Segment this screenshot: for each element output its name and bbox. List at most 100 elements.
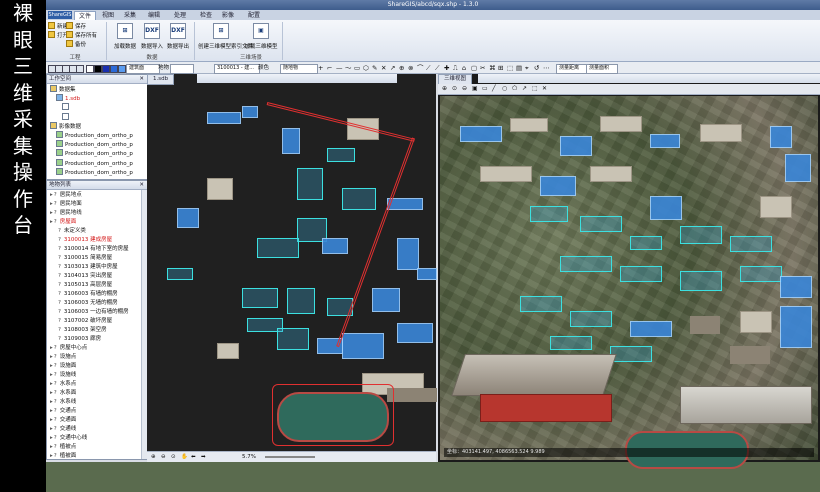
3d-building[interactable] — [620, 266, 662, 282]
building-polygon[interactable] — [342, 333, 384, 359]
3d-building[interactable] — [560, 256, 612, 272]
edit-tool-icon[interactable]: ⋯ — [543, 64, 550, 72]
3d-building[interactable] — [550, 336, 592, 350]
3d-building[interactable] — [580, 216, 622, 232]
edit-tool-icon[interactable]: ↗ — [390, 64, 395, 72]
building-polygon[interactable] — [397, 238, 419, 270]
edit-tool-icon[interactable]: ⌒ — [417, 64, 424, 72]
nav-tool-icon[interactable]: ✋ — [181, 452, 188, 462]
layer-tree-item[interactable]: Production_dom_ortho_p — [56, 158, 133, 168]
feature-list-item[interactable]: ? 3108003 架空房 — [57, 326, 107, 335]
color-swatch[interactable] — [118, 65, 126, 73]
feature-list-item[interactable]: ? 3106003 有墙的棚房 — [57, 290, 118, 299]
feature-list-item[interactable]: ? 3100014 有地下室的房屋 — [57, 245, 129, 254]
3d-tool-icon[interactable]: ▭ — [482, 85, 488, 92]
building-polygon[interactable] — [242, 288, 278, 308]
layer-select[interactable]: 建筑面 — [126, 64, 160, 74]
feature-list-item[interactable]: ▸? 交通面 — [50, 416, 76, 425]
layer-tree-item[interactable]: Production_dom_ortho_p — [56, 140, 133, 149]
save-as-button[interactable]: 保存所有 — [66, 31, 97, 40]
measure-distance-button[interactable]: 测量距离 — [556, 64, 590, 74]
feature-list-item[interactable]: ▸? 水系点 — [50, 380, 76, 389]
edit-tool-icon[interactable]: 〜 — [345, 64, 352, 72]
feature-list-item[interactable]: ▸? 居民地线 — [50, 209, 82, 218]
edit-tool-icon[interactable]: ✕ — [381, 64, 386, 72]
3d-building[interactable] — [650, 196, 682, 220]
feature-list-item[interactable]: ▸? 设施点 — [50, 353, 76, 362]
roof-footprint[interactable] — [207, 178, 233, 200]
color-select[interactable]: 随地物 — [280, 64, 318, 74]
layer-tree-item[interactable]: Production_dom_ortho_p — [56, 149, 133, 158]
3d-scene[interactable]: 坐标：403141.497, 4086563.524 9.989 — [440, 96, 818, 469]
tab-6[interactable]: 影像 — [218, 11, 238, 20]
building-polygon[interactable] — [372, 288, 400, 312]
3d-building[interactable] — [540, 176, 576, 196]
layer-dropdown[interactable] — [170, 64, 194, 74]
edit-tool-icon[interactable]: ⎍ — [453, 64, 458, 72]
tab-3[interactable]: 编辑 — [144, 11, 164, 20]
building-polygon[interactable] — [257, 238, 299, 258]
edit-tool-icon[interactable]: — — [336, 64, 343, 72]
open-button[interactable]: 打开 — [48, 31, 68, 40]
3d-building[interactable] — [630, 236, 662, 250]
3d-building[interactable] — [785, 154, 811, 182]
ribbon-button-2[interactable]: DXF 数据导出 — [165, 23, 191, 50]
edit-tool-icon[interactable]: ✎ — [372, 64, 377, 72]
building-polygon[interactable] — [282, 128, 300, 154]
building-polygon[interactable] — [277, 328, 309, 350]
edit-tool-icon[interactable]: ⬚ — [507, 64, 513, 72]
3d-tool-icon[interactable]: ↗ — [522, 85, 527, 92]
nav-tool-icon[interactable]: ➡ — [201, 452, 206, 462]
code-select[interactable]: 3100013 - 建... — [214, 64, 260, 74]
3d-roof[interactable] — [730, 346, 770, 364]
tab-1[interactable]: 视图 — [98, 11, 118, 20]
3d-tool-icon[interactable]: ⊙ — [452, 85, 457, 92]
edit-tool-icon[interactable]: + — [318, 64, 323, 72]
3d-building[interactable] — [740, 266, 782, 282]
feature-list-item[interactable]: ▸? 植被面 — [50, 452, 76, 461]
3d-tool-icon[interactable]: ✕ — [542, 85, 547, 92]
map-3d-view[interactable]: 三维视图 ⊕ ⊙ ⊖ ▣ ▭ ╱ ○ ⬠ ↗ ⬚ ✕ 坐标：403141.497, 4086563.52… — [438, 74, 820, 469]
tab-5[interactable]: 检查 — [196, 11, 216, 20]
3d-roof[interactable] — [700, 124, 742, 142]
building-polygon[interactable] — [287, 288, 315, 314]
feature-list-item[interactable]: ▸? 交通中心线 — [50, 434, 87, 443]
building-polygon[interactable] — [177, 208, 199, 228]
save-button[interactable]: 保存 — [66, 22, 86, 31]
edit-tool-icon[interactable]: ⌐ — [327, 64, 332, 72]
ribbon-button-1[interactable]: DXF 数据导入 — [139, 23, 165, 50]
3d-roof[interactable] — [760, 196, 792, 218]
map-2d-tab[interactable]: 1.sdb — [147, 74, 175, 85]
building-polygon[interactable] — [397, 323, 433, 343]
3d-building[interactable] — [770, 126, 792, 148]
edit-tool-icon[interactable]: ▢ — [471, 64, 477, 72]
layer-tree-item[interactable]: 数据集 — [50, 85, 76, 94]
tool-icon[interactable] — [76, 65, 84, 73]
nav-tool-icon[interactable]: ⊖ — [161, 452, 166, 462]
3d-roof[interactable] — [590, 166, 632, 182]
building-polygon[interactable] — [207, 112, 241, 124]
feature-list-item[interactable]: ? 3104013 突出房屋 — [57, 272, 112, 281]
feature-list-item[interactable]: ▸? 交通点 — [50, 407, 76, 416]
3d-building[interactable] — [530, 206, 568, 222]
color-swatch[interactable] — [110, 65, 118, 73]
building-polygon[interactable] — [242, 106, 258, 118]
building-polygon[interactable] — [417, 268, 437, 280]
new-button[interactable]: 新建 — [48, 22, 68, 31]
tab-2[interactable]: 采集 — [120, 11, 140, 20]
measure-area-button[interactable]: 测量面积 — [586, 64, 618, 74]
feature-list-item[interactable]: ? 3107002 破坏房屋 — [57, 317, 112, 326]
edit-tool-icon[interactable]: ⟋ — [426, 64, 431, 72]
building-polygon[interactable] — [167, 268, 193, 280]
building-polygon[interactable] — [342, 188, 376, 210]
layer-tree-item[interactable]: 1.sdb — [56, 94, 80, 103]
feature-list-item[interactable]: ▸? 设施线 — [50, 371, 76, 380]
map-2d-view[interactable]: 1.sdb ⊕ ⊖ ⊙ ✋ ⬅ ➡ 5.7% — [147, 74, 437, 462]
3d-roof[interactable] — [600, 116, 642, 132]
feature-list-item[interactable]: ? 3100013 建成房屋 — [57, 236, 112, 245]
feature-list-item[interactable]: ▸? 交通线 — [50, 425, 76, 434]
edit-tool-icon[interactable]: ⊕ — [399, 64, 404, 72]
zoom-slider[interactable] — [265, 456, 315, 458]
3d-tool-icon[interactable]: ⬚ — [532, 85, 538, 92]
feature-list-item[interactable]: ▸? 房屋面 — [50, 218, 76, 227]
